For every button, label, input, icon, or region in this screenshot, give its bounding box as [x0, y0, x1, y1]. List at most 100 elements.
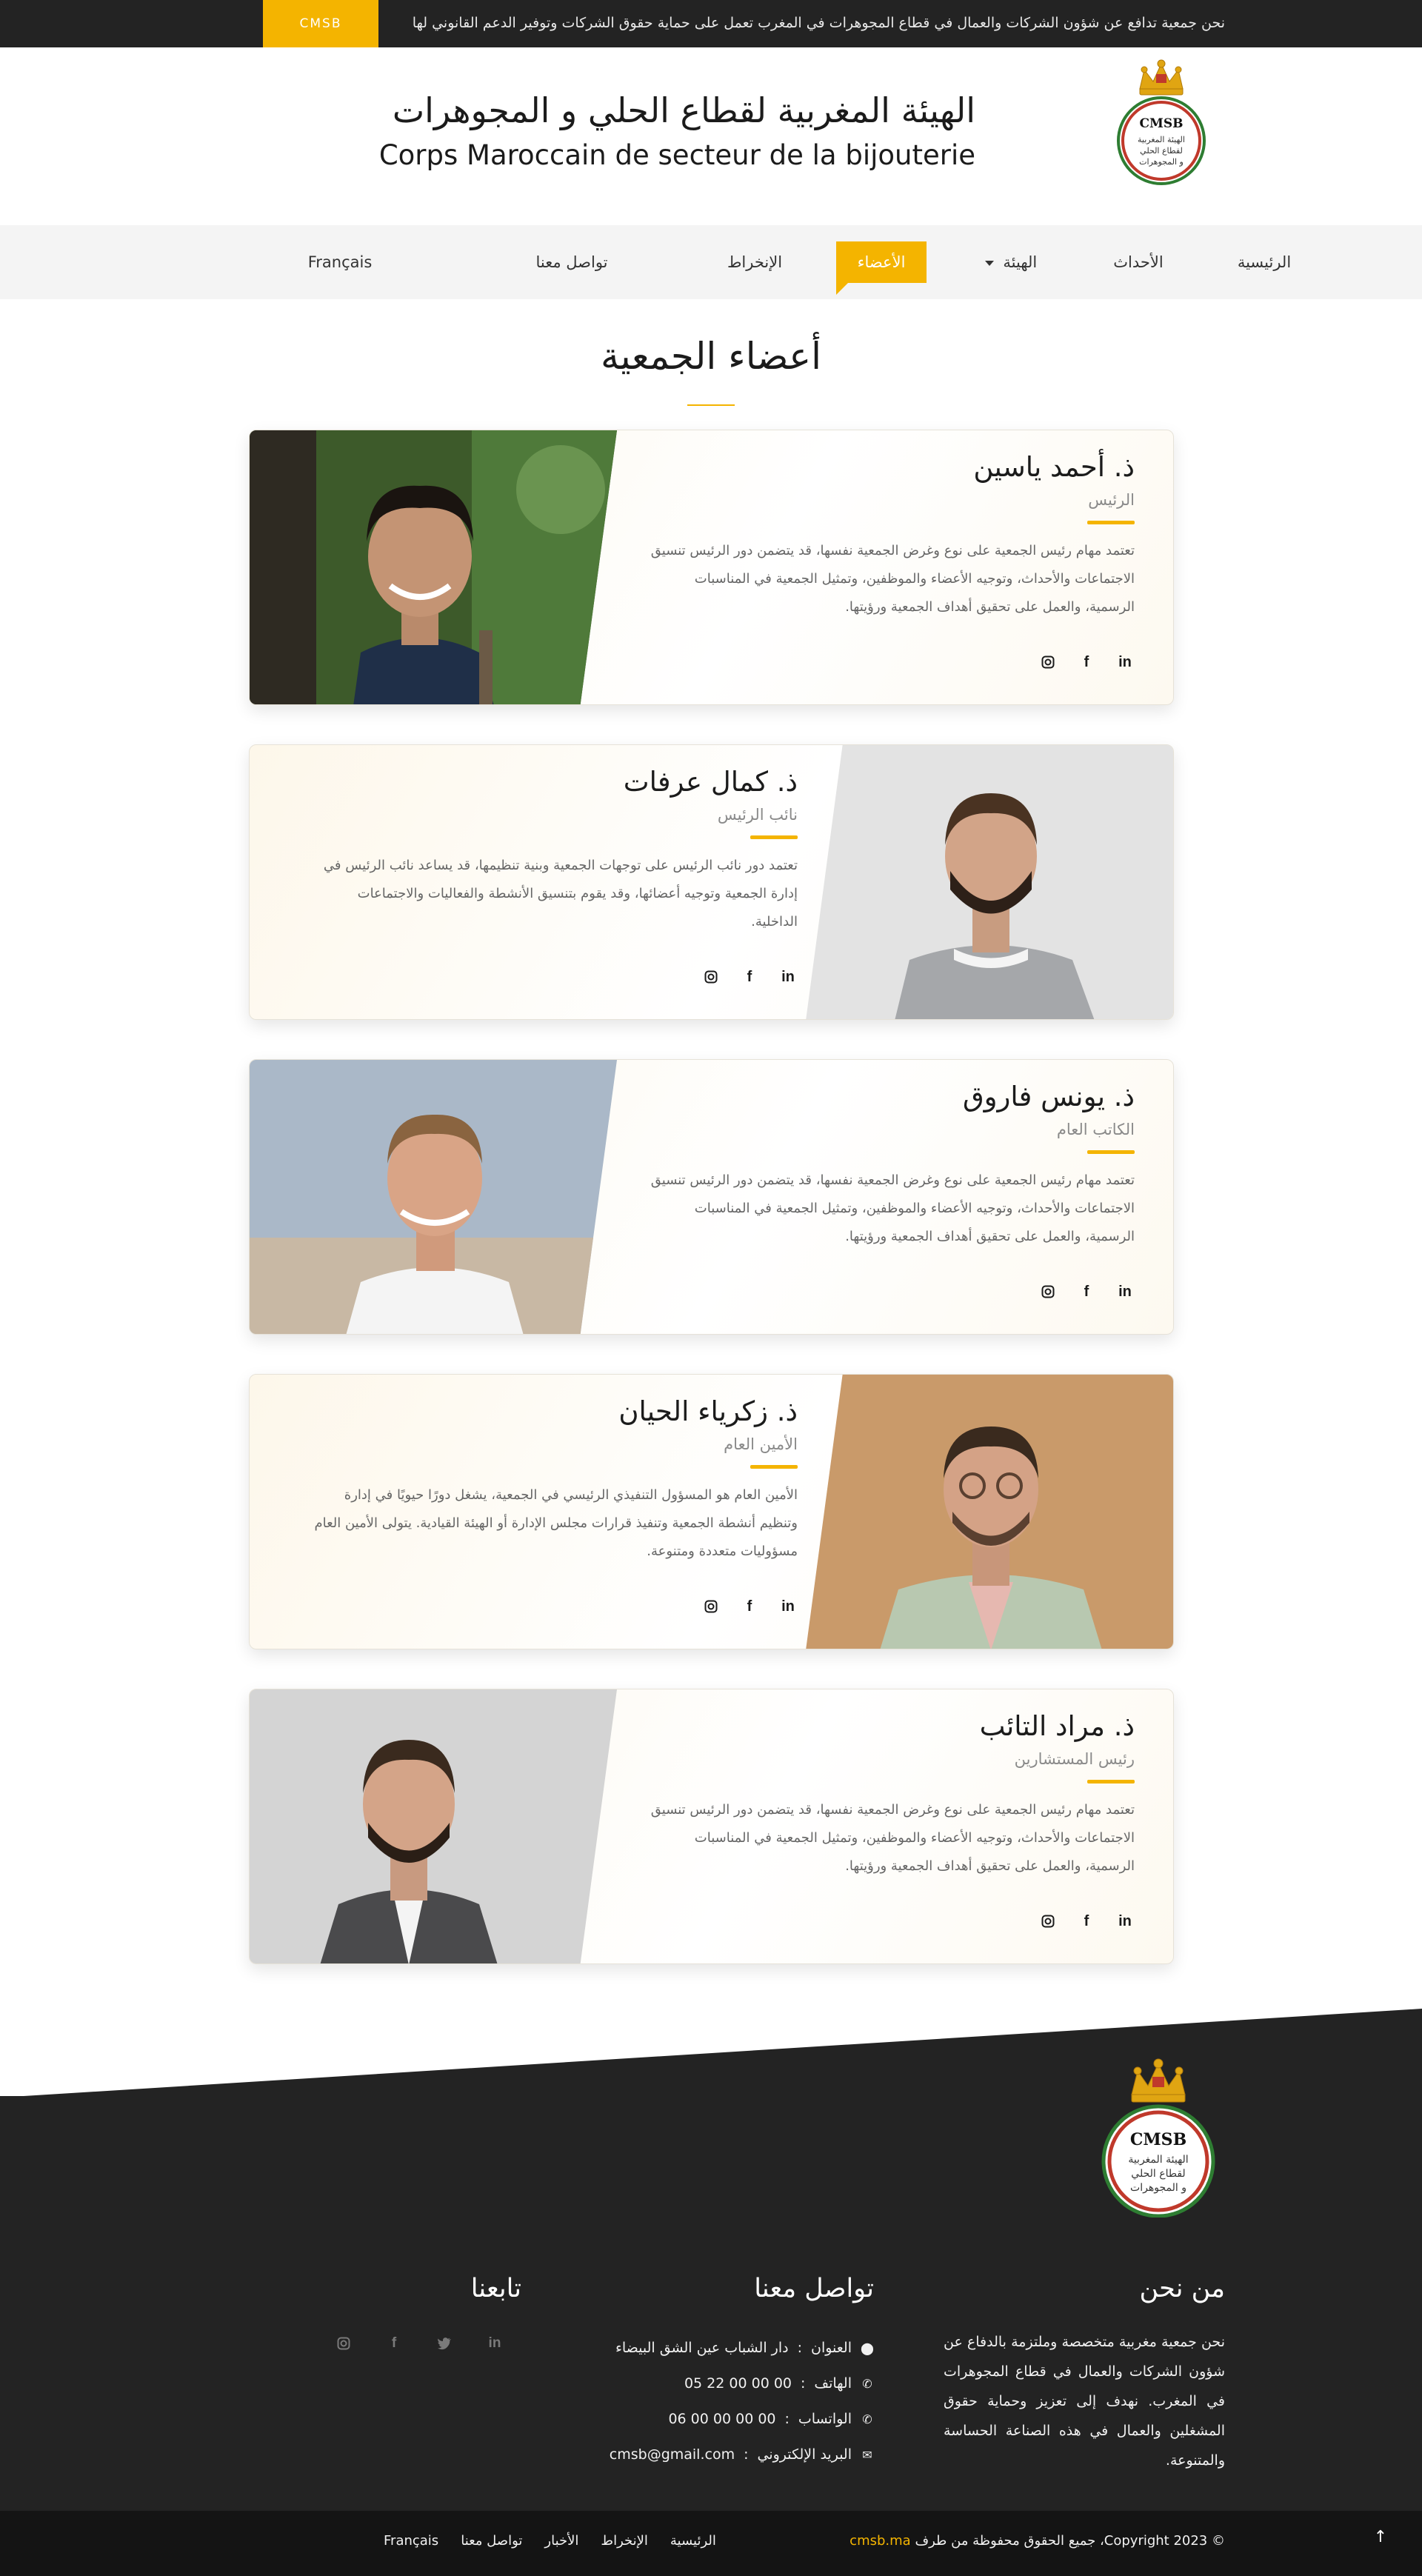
nav-item-join[interactable]: الإنخراط [727, 247, 782, 277]
instagram-icon[interactable] [701, 1597, 721, 1616]
contact-address-label: العنوان [810, 2340, 852, 2356]
twitter-icon[interactable] [435, 2335, 453, 2352]
instagram-icon[interactable] [335, 2335, 353, 2352]
envelope-icon: ✉ [862, 2447, 872, 2462]
page-title: أعضاء الجمعية [600, 335, 822, 378]
nav-item-contact[interactable]: تواصل معنا [529, 247, 615, 277]
copyright-text: © Copyright 2023، جميع الحقوق محفوظة من … [915, 2533, 1225, 2549]
linkedin-icon[interactable]: in [778, 1597, 798, 1616]
footer-nav-contact[interactable]: تواصل معنا [461, 2533, 522, 2549]
footer-social-links: f in [335, 2335, 504, 2352]
member-role: الرئيس [1088, 491, 1135, 509]
member-divider [1087, 1150, 1135, 1154]
instagram-icon[interactable] [1038, 1282, 1058, 1301]
main-nav: الرئيسية الأحداث الهيئة الأعضاء الإنخراط… [0, 225, 1422, 299]
member-card: ذ. زكرياء الحيان الأمين العام الأمين الع… [249, 1374, 1174, 1649]
arrow-up-icon[interactable]: ↑ [1370, 2527, 1391, 2548]
nav-item-members[interactable]: الأعضاء [836, 241, 927, 283]
member-name: ذ. أحمد ياسين [973, 451, 1135, 483]
site-header [0, 47, 1422, 225]
site-logo[interactable]: CMSB الهيئة المغربية لقطاع الحلي و المجو… [1115, 59, 1208, 187]
member-bio: تعتمد مهام رئيس الجمعية على نوع وغرض الج… [650, 1802, 1135, 1874]
logo-line3: و المجوهرات [1139, 157, 1184, 167]
member-divider [750, 835, 798, 839]
phone-icon: ✆ [862, 2376, 872, 2391]
facebook-icon[interactable]: f [740, 1597, 759, 1616]
contact-address: ⬤ العنوان : دار الشباب عين الشق البيضاء [563, 2330, 874, 2366]
contact-email: ✉ البريد الإلكتروني : cmsb@gmail.com [563, 2437, 874, 2472]
member-role: الأمين العام [724, 1435, 798, 1453]
footer-nav-news[interactable]: الأخبار [544, 2533, 578, 2549]
member-name: ذ. زكرياء الحيان [618, 1395, 798, 1427]
contact-address-value: دار الشباب عين الشق البيضاء [615, 2340, 789, 2356]
footer-nav-language[interactable]: Français [384, 2533, 438, 2549]
member-divider [1087, 1780, 1135, 1783]
contact-address-sep: : [797, 2340, 802, 2356]
whatsapp-icon: ✆ [862, 2412, 872, 2426]
facebook-icon[interactable]: f [1077, 1912, 1096, 1931]
member-photo [250, 1060, 617, 1334]
footer-nav-join[interactable]: الإنخراط [601, 2533, 647, 2549]
nav-item-home[interactable]: الرئيسية [1237, 247, 1292, 277]
member-divider [1087, 521, 1135, 524]
facebook-icon[interactable]: f [385, 2335, 403, 2352]
linkedin-icon[interactable]: in [1115, 1912, 1135, 1931]
contact-whatsapp-label: الواتساب [798, 2411, 852, 2427]
footer-logo[interactable]: CMSB الهيئة المغربية لقطاع الحلي و المجو… [1099, 2058, 1218, 2218]
linkedin-icon[interactable]: in [486, 2335, 504, 2352]
top-bar: نحن جمعية تدافع عن شؤون الشركات والعمال … [0, 0, 1422, 47]
member-photo [250, 1689, 617, 1963]
member-social-links: in f [701, 1597, 798, 1615]
brand-tag[interactable]: CMSB [263, 0, 378, 47]
contact-email-value[interactable]: cmsb@gmail.com [610, 2446, 735, 2463]
contact-phone-sep: : [801, 2375, 806, 2392]
footer-logo-line3: و المجوهرات [1130, 2182, 1186, 2194]
member-card: ذ. كمال عرفات نائب الرئيس تعتمد دور نائب… [249, 744, 1174, 1020]
member-card: ذ. أحمد ياسين الرئيس تعتمد مهام رئيس الج… [249, 430, 1174, 705]
contact-whatsapp-sep: : [784, 2411, 790, 2427]
member-social-links: in f [1038, 1282, 1135, 1300]
member-info: ذ. أحمد ياسين الرئيس تعتمد مهام رئيس الج… [646, 430, 1135, 704]
footer-about-text: نحن جمعية مغربية متخصصة وملتزمة بالدفاع … [944, 2334, 1225, 2469]
footer-contact-title: تواصل معنا [754, 2274, 874, 2303]
contact-phone: ✆ الهاتف : 05 22 00 00 00 [563, 2366, 874, 2401]
member-bio: الأمين العام هو المسؤول التنفيذي الرئيسي… [314, 1487, 798, 1559]
member-role: رئيس المستشارين [1014, 1750, 1135, 1768]
contact-email-label: البريد الإلكتروني [757, 2446, 852, 2463]
member-photo [250, 430, 617, 704]
caret-down-icon [984, 260, 994, 266]
contact-whatsapp: ✆ الواتساب : 06 00 00 00 00 [563, 2401, 874, 2437]
logo-abbr: CMSB [1140, 116, 1184, 131]
linkedin-icon[interactable]: in [1115, 653, 1135, 672]
member-info: ذ. مراد التائب رئيس المستشارين تعتمد مها… [646, 1689, 1135, 1963]
footer-logo-line2: لقطاع الحلي [1131, 2168, 1185, 2180]
member-photo [806, 745, 1173, 1019]
linkedin-icon[interactable]: in [1115, 1282, 1135, 1301]
member-card: ذ. يونس فاروق الكاتب العام تعتمد مهام رئ… [249, 1059, 1174, 1335]
instagram-icon[interactable] [701, 967, 721, 987]
contact-whatsapp-value[interactable]: 06 00 00 00 00 [668, 2411, 775, 2427]
footer-contact-list: ⬤ العنوان : دار الشباب عين الشق البيضاء … [563, 2330, 874, 2472]
facebook-icon[interactable]: f [1077, 1282, 1096, 1301]
contact-phone-value[interactable]: 05 22 00 00 00 [684, 2375, 792, 2392]
instagram-icon[interactable] [1038, 1912, 1058, 1931]
contact-email-sep: : [744, 2446, 749, 2463]
member-bio: تعتمد مهام رئيس الجمعية على نوع وغرض الج… [650, 1172, 1135, 1244]
member-social-links: in f [1038, 653, 1135, 670]
nav-item-events[interactable]: الأحداث [1109, 247, 1167, 277]
footer-nav-home[interactable]: الرئيسية [670, 2533, 716, 2549]
member-social-links: in f [701, 967, 798, 985]
nav-item-organization[interactable]: الهيئة [981, 247, 1041, 277]
logo-line2: لقطاع الحلي [1140, 146, 1183, 156]
facebook-icon[interactable]: f [1077, 653, 1096, 672]
member-bio: تعتمد دور نائب الرئيس على توجهات الجمعية… [323, 858, 798, 930]
nav-item-organization-label: الهيئة [1003, 253, 1038, 271]
copyright-site-link[interactable]: cmsb.ma [849, 2533, 911, 2549]
contact-phone-label: الهاتف [814, 2375, 852, 2392]
member-bio: تعتمد مهام رئيس الجمعية على نوع وغرض الج… [650, 543, 1135, 615]
nav-item-language[interactable]: Français [307, 247, 373, 277]
member-photo [806, 1375, 1173, 1649]
linkedin-icon[interactable]: in [778, 967, 798, 987]
instagram-icon[interactable] [1038, 653, 1058, 672]
facebook-icon[interactable]: f [740, 967, 759, 987]
